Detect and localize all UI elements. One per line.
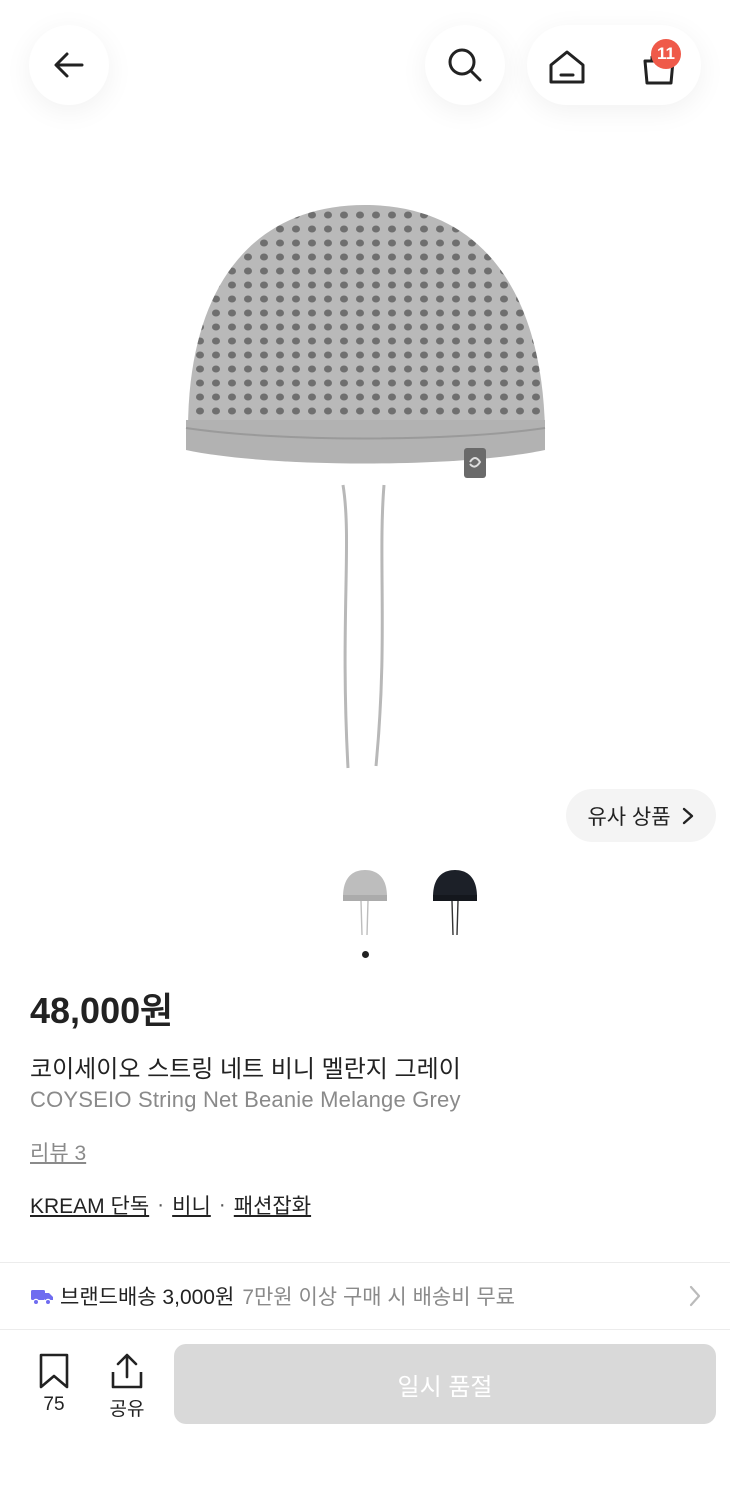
bottom-action-bar: 75 공유 일시 품절 — [0, 1330, 730, 1500]
share-icon — [111, 1353, 143, 1389]
shipping-info-row[interactable]: 브랜드배송 3,000원 7만원 이상 구매 시 배송비 무료 — [0, 1263, 730, 1329]
product-name-ko: 코이세이오 스트링 네트 비니 멜란지 그레이 — [30, 1056, 461, 1083]
share-button[interactable]: 공유 — [97, 1352, 157, 1421]
soldout-button[interactable]: 일시 품절 — [174, 1344, 716, 1424]
truck-icon — [31, 1290, 53, 1306]
cart-button[interactable]: 11 — [637, 39, 687, 89]
nav-pill: 11 — [527, 25, 701, 105]
cart-count-badge: 11 — [651, 39, 681, 69]
thumbnail-black-beanie[interactable] — [425, 865, 485, 941]
back-button[interactable] — [29, 25, 109, 105]
similar-products-button[interactable]: 유사 상품 — [566, 789, 716, 842]
tag-beanie[interactable]: 비니 — [172, 1190, 211, 1220]
chevron-right-icon — [689, 1285, 701, 1307]
product-price: 48,000원 — [30, 990, 174, 1031]
bookmark-button[interactable]: 75 — [24, 1352, 84, 1416]
review-link[interactable]: 리뷰 3 — [30, 1137, 86, 1167]
tag-separator: · — [218, 1193, 226, 1216]
pagination-dot — [362, 951, 369, 958]
bookmark-icon — [39, 1353, 69, 1389]
shipping-label: 브랜드배송 3,000원 — [60, 1286, 235, 1309]
product-image[interactable] — [0, 180, 730, 790]
tag-list: KREAM 단독 · 비니 · 패션잡화 — [30, 1190, 311, 1220]
product-name-en: COYSEIO String Net Beanie Melange Grey — [30, 1087, 461, 1112]
share-label: 공유 — [109, 1399, 145, 1420]
shipping-note: 7만원 이상 구매 시 배송비 무료 — [242, 1286, 516, 1309]
tag-kream-exclusive[interactable]: KREAM 단독 — [30, 1190, 149, 1220]
thumbnail-grey-beanie[interactable] — [335, 865, 395, 941]
home-button[interactable] — [545, 45, 589, 89]
search-icon — [448, 48, 482, 82]
arrow-left-icon — [54, 52, 84, 78]
similar-products-label: 유사 상품 — [587, 805, 671, 829]
chevron-right-icon — [682, 807, 693, 824]
tag-fashion-accessories[interactable]: 패션잡화 — [234, 1190, 311, 1220]
tag-separator: · — [157, 1193, 165, 1216]
thumbnail-strip — [0, 865, 730, 945]
search-button[interactable] — [425, 25, 505, 105]
home-icon — [549, 50, 585, 84]
bookmark-count: 75 — [43, 1394, 65, 1415]
